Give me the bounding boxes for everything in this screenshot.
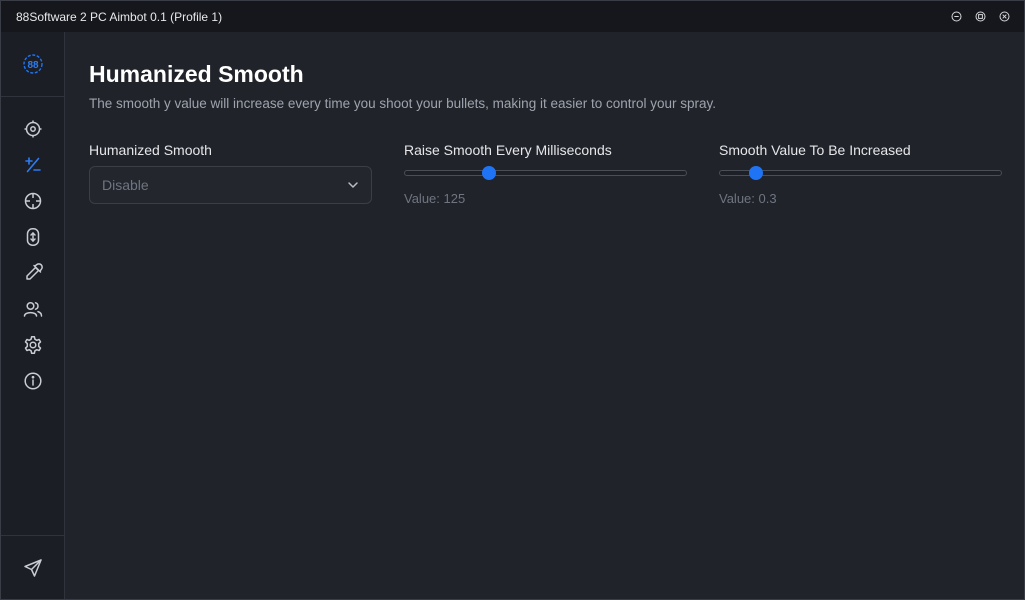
eyedropper-icon [26,263,43,280]
sidebar-item-target[interactable] [20,188,46,214]
sidebar-item-aim[interactable] [20,116,46,142]
sidebar-item-humanized-smooth[interactable] [20,152,46,178]
humanized-smooth-label: Humanized Smooth [89,142,212,158]
send-feedback-button[interactable] [20,555,46,581]
window-controls [944,1,1016,32]
humanized-smooth-field: Humanized Smooth Disable [89,142,372,204]
raise-smooth-label: Raise Smooth Every Milliseconds [404,142,612,158]
users-icon [23,301,43,317]
sidebar-bottom [1,535,64,599]
raise-smooth-slider[interactable] [404,166,687,182]
maximize-button[interactable] [968,5,992,29]
slider-track[interactable] [404,170,687,176]
gear-icon [24,336,42,354]
raise-smooth-value: Value: 125 [404,191,466,206]
minimize-button[interactable] [944,5,968,29]
88-logo-icon: 88 [22,54,43,74]
main-content: Humanized Smooth The smooth y value will… [65,32,1024,599]
send-icon [23,558,42,577]
maximize-icon [975,11,985,22]
info-icon [24,372,42,390]
svg-text:88: 88 [27,60,39,71]
humanized-smooth-value: Disable [102,177,149,193]
chevron-down-icon [348,182,358,188]
app-window: 88Software 2 PC Aimbot 0.1 (Profile 1) 8… [0,0,1025,600]
smooth-increase-slider[interactable] [719,166,1002,182]
sidebar-item-color[interactable] [20,260,46,286]
smooth-increase-field: Smooth Value To Be Increased Value: 0.3 [719,142,1002,206]
close-icon [999,11,1009,22]
sidebar-item-about[interactable] [20,368,46,394]
mouse-scroll-icon [26,228,40,246]
humanized-smooth-select[interactable]: Disable [89,166,372,204]
target-icon [24,192,42,210]
sidebar-item-players[interactable] [20,296,46,322]
close-button[interactable] [992,5,1016,29]
slider-thumb[interactable] [749,166,763,180]
sidebar-item-mouse[interactable] [20,224,46,250]
window-title: 88Software 2 PC Aimbot 0.1 (Profile 1) [16,9,223,24]
app-logo[interactable]: 88 [1,32,64,97]
raise-smooth-field: Raise Smooth Every Milliseconds Value: 1… [404,142,687,206]
crosshair-icon [24,120,42,138]
sidebar-item-settings[interactable] [20,332,46,358]
sidebar: 88 [1,32,65,599]
title-bar: 88Software 2 PC Aimbot 0.1 (Profile 1) [1,1,1024,32]
slider-thumb[interactable] [482,166,496,180]
smooth-increase-label: Smooth Value To Be Increased [719,142,911,158]
smooth-increase-value: Value: 0.3 [719,191,777,206]
page-description: The smooth y value will increase every t… [89,96,717,111]
minimize-icon [951,11,961,22]
plus-minus-icon [25,157,41,173]
page-title: Humanized Smooth [89,61,304,87]
